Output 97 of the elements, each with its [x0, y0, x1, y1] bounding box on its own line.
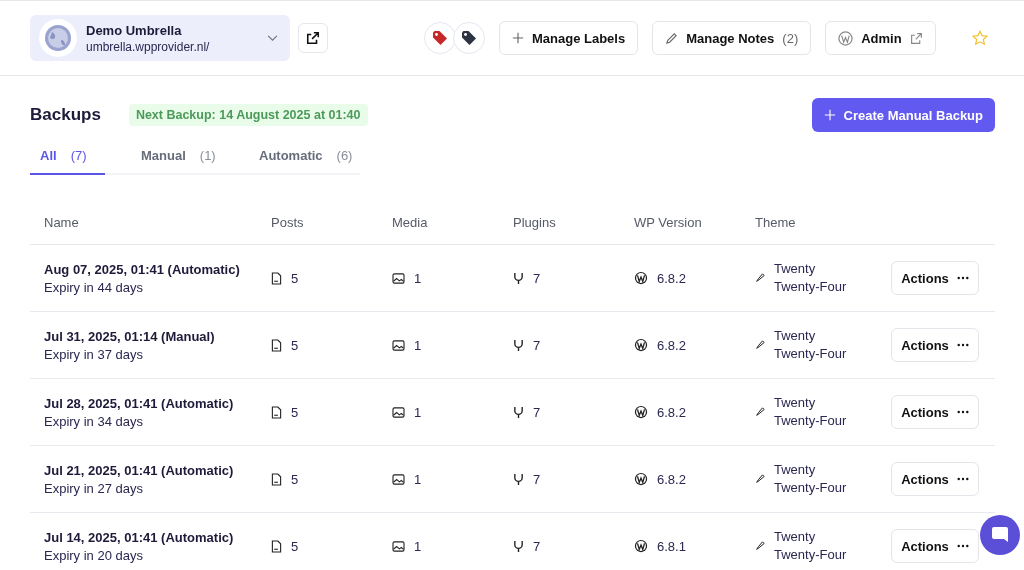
posts-count: 5	[291, 404, 299, 420]
site-url: umbrella.wpprovider.nl/	[86, 39, 211, 54]
open-site-button[interactable]	[298, 23, 328, 53]
site-name: Demo Umbrella	[86, 22, 183, 38]
expiry-text: Expiry in 27 days	[44, 480, 144, 496]
backup-name: Jul 28, 2025, 01:41 (Automatic)	[44, 395, 235, 411]
media-count: 1	[414, 538, 422, 554]
document-icon	[271, 338, 282, 352]
filter-tab[interactable]: Manual (1)	[131, 140, 223, 175]
plugins-count: 7	[533, 538, 541, 554]
expiry-text: Expiry in 20 days	[44, 547, 144, 563]
brush-icon	[755, 541, 765, 551]
theme-name: Twenty Twenty-Four	[774, 461, 848, 497]
document-icon	[271, 539, 282, 553]
backup-name: Jul 21, 2025, 01:41 (Automatic)	[44, 462, 235, 478]
document-icon	[271, 405, 282, 419]
plus-icon	[823, 109, 836, 121]
chat-button[interactable]	[980, 515, 1020, 555]
plugins-count: 7	[533, 404, 541, 420]
admin-button[interactable]: Admin	[825, 21, 936, 55]
label-tag[interactable]	[453, 22, 485, 54]
label-tag[interactable]	[424, 22, 456, 54]
actions-button[interactable]: Actions	[891, 395, 979, 429]
wp-version: 6.8.2	[657, 404, 686, 420]
wordpress-icon	[634, 539, 648, 553]
image-icon	[392, 339, 405, 351]
globe-icon	[38, 18, 78, 58]
more-icon	[956, 544, 969, 548]
brush-icon	[755, 407, 765, 417]
actions-button[interactable]: Actions	[891, 462, 979, 496]
posts-count: 5	[291, 538, 299, 554]
posts-count: 5	[291, 337, 299, 353]
more-icon	[956, 477, 969, 481]
pencil-icon	[665, 31, 679, 45]
filter-tab[interactable]: All (7)	[30, 140, 105, 175]
actions-button[interactable]: Actions	[891, 328, 979, 362]
image-icon	[392, 540, 405, 552]
expiry-text: Expiry in 44 days	[44, 279, 144, 295]
actions-button[interactable]: Actions	[891, 529, 979, 563]
brush-icon	[755, 273, 765, 283]
document-icon	[271, 472, 282, 486]
wp-version: 6.8.1	[657, 538, 686, 554]
image-icon	[392, 406, 405, 418]
chevron-down-icon	[267, 34, 278, 42]
theme-name: Twenty Twenty-Four	[774, 327, 848, 363]
column-header: Plugins	[513, 214, 557, 230]
theme-name: Twenty Twenty-Four	[774, 394, 848, 430]
star-icon[interactable]	[971, 30, 988, 46]
external-link-icon	[909, 31, 923, 45]
backup-name: Jul 31, 2025, 01:14 (Manual)	[44, 328, 216, 344]
chat-bubble-icon	[990, 525, 1010, 545]
media-count: 1	[414, 471, 422, 487]
image-icon	[392, 272, 405, 284]
more-icon	[956, 343, 969, 347]
posts-count: 5	[291, 471, 299, 487]
media-count: 1	[414, 404, 422, 420]
filter-tab[interactable]: Automatic (6)	[249, 140, 359, 175]
more-icon	[956, 410, 969, 414]
more-icon	[956, 276, 969, 280]
document-icon	[271, 271, 282, 285]
brush-icon	[755, 474, 765, 484]
next-backup-badge: Next Backup: 14 August 2025 at 01:40	[128, 104, 368, 126]
wordpress-icon	[634, 271, 648, 285]
backup-name: Jul 14, 2025, 01:41 (Automatic)	[44, 529, 235, 545]
site-selector[interactable]: Demo Umbrella umbrella.wpprovider.nl/	[30, 15, 290, 61]
external-link-icon	[306, 31, 320, 45]
column-header: Name	[44, 214, 80, 230]
plus-icon	[512, 32, 524, 44]
expiry-text: Expiry in 37 days	[44, 346, 144, 362]
wordpress-icon	[634, 405, 648, 419]
page-title: Backups	[30, 105, 101, 125]
plugins-count: 7	[533, 270, 541, 286]
column-header: WP Version	[634, 214, 703, 230]
wp-version: 6.8.2	[657, 471, 686, 487]
theme-name: Twenty Twenty-Four	[774, 260, 848, 296]
column-header: Posts	[271, 214, 305, 230]
labels-button[interactable]: Manage Labels	[499, 21, 639, 55]
posts-count: 5	[291, 270, 299, 286]
expiry-text: Expiry in 34 days	[44, 413, 144, 429]
column-header: Theme	[755, 214, 797, 230]
plugins-count: 7	[533, 337, 541, 353]
wp-version: 6.8.2	[657, 337, 686, 353]
backup-name: Aug 07, 2025, 01:41 (Automatic)	[44, 261, 241, 277]
wordpress-icon	[634, 472, 648, 486]
image-icon	[392, 473, 405, 485]
column-header: Media	[392, 214, 429, 230]
create-backup-button[interactable]: Create Manual Backup	[811, 98, 995, 132]
media-count: 1	[414, 270, 422, 286]
plugins-count: 7	[533, 471, 541, 487]
media-count: 1	[414, 337, 422, 353]
notes-button[interactable]: Manage Notes (2)	[652, 21, 812, 55]
brush-icon	[755, 340, 765, 350]
wp-version: 6.8.2	[657, 270, 686, 286]
wordpress-icon	[634, 338, 648, 352]
theme-name: Twenty Twenty-Four	[774, 528, 848, 564]
wordpress-icon	[838, 30, 854, 46]
actions-button[interactable]: Actions	[891, 261, 979, 295]
